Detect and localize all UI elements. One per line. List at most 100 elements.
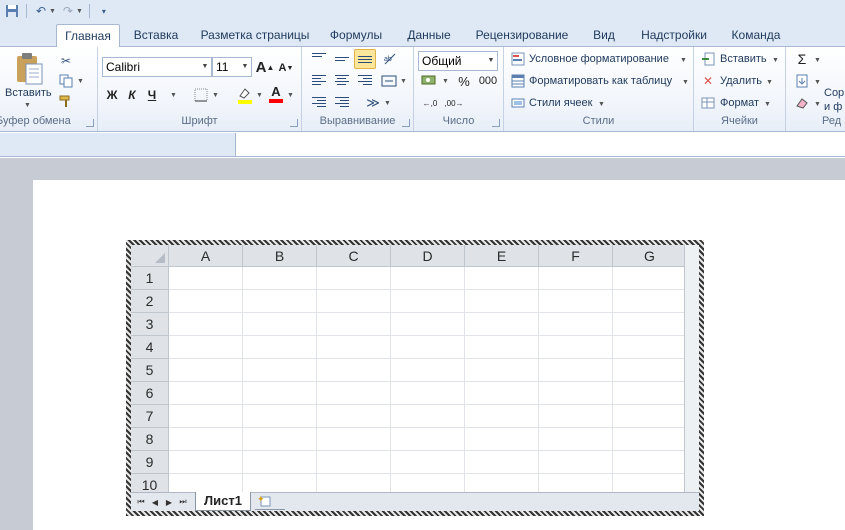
delete-cells-button[interactable]: Удалить	[720, 75, 762, 87]
row-header-3[interactable]: 3	[131, 313, 169, 336]
percent-button[interactable]: %	[456, 73, 472, 89]
tab-page-layout[interactable]: Разметка страницы	[198, 24, 312, 47]
borders-icon[interactable]	[192, 87, 210, 103]
cut-icon[interactable]: ✂	[58, 53, 74, 69]
highlight-color-icon[interactable]	[236, 85, 254, 105]
fill-icon[interactable]	[794, 73, 810, 89]
delete-cells-dropdown-icon[interactable]: ▼	[766, 79, 773, 86]
wrap-dropdown-icon[interactable]: ▼	[384, 100, 391, 107]
highlight-dropdown-icon[interactable]: ▼	[256, 92, 263, 99]
grow-font-button[interactable]: A ▲	[256, 58, 275, 76]
tab-formulas[interactable]: Формулы	[326, 24, 386, 47]
align-right-icon[interactable]	[358, 75, 372, 87]
decrease-indent-icon[interactable]	[312, 97, 326, 109]
underline-dropdown-icon[interactable]: ▼	[170, 92, 177, 99]
clipboard-launcher-icon[interactable]	[86, 119, 94, 127]
thousands-button[interactable]: 000	[478, 73, 498, 89]
decrease-decimal-icon[interactable]: ,00→	[444, 95, 464, 111]
increase-indent-icon[interactable]	[335, 97, 349, 109]
cell-styles-button[interactable]: Стили ячеек	[529, 97, 592, 109]
column-header-d[interactable]: D	[391, 245, 465, 267]
customize-icon[interactable]: ▾	[96, 3, 112, 19]
number-format-select[interactable]: Общий ▼	[418, 51, 498, 71]
conditional-format-button[interactable]: Условное форматирование	[529, 53, 669, 65]
bold-button[interactable]: Ж	[104, 87, 120, 103]
insert-cells-dropdown-icon[interactable]: ▼	[772, 57, 779, 64]
font-color-button[interactable]: A	[268, 84, 284, 104]
tab-home[interactable]: Главная	[56, 24, 120, 48]
paste-dropdown-icon[interactable]: ▼	[24, 102, 31, 109]
vertical-scrollbar[interactable]	[684, 245, 699, 497]
column-header-g[interactable]: G	[613, 245, 687, 267]
align-center-icon[interactable]	[335, 75, 349, 87]
format-table-button[interactable]: Форматировать как таблицу	[529, 75, 672, 87]
italic-button[interactable]: К	[124, 87, 140, 103]
embedded-spreadsheet[interactable]: A B C D E F G 1 2 3 4 5 6 7 8 9 10 ⏮ ◀ ▶…	[126, 240, 704, 516]
column-header-a[interactable]: A	[169, 245, 243, 267]
column-header-b[interactable]: B	[243, 245, 317, 267]
insert-cells-button[interactable]: Вставить	[720, 53, 767, 65]
sort-filter-label-1[interactable]: Сор	[824, 87, 844, 99]
align-left-icon[interactable]	[312, 75, 326, 87]
orientation-icon[interactable]: ab	[382, 51, 398, 67]
prev-sheet-icon[interactable]: ◀	[149, 496, 161, 508]
tab-addins[interactable]: Надстройки	[636, 24, 712, 47]
clear-dropdown-icon[interactable]: ▼	[814, 101, 821, 108]
currency-dropdown-icon[interactable]: ▼	[442, 78, 449, 85]
save-icon[interactable]	[4, 3, 20, 19]
font-size-select[interactable]: 11 ▼	[212, 57, 252, 77]
conditional-dropdown-icon[interactable]: ▼	[680, 57, 687, 64]
copy-icon[interactable]	[58, 73, 74, 89]
row-header-5[interactable]: 5	[131, 359, 169, 382]
name-box[interactable]	[0, 133, 236, 156]
next-sheet-icon[interactable]: ▶	[163, 496, 175, 508]
currency-icon[interactable]	[420, 73, 438, 89]
paste-icon[interactable]	[12, 51, 46, 87]
tab-review[interactable]: Рецензирование	[472, 24, 572, 47]
cell-styles-dropdown-icon[interactable]: ▼	[598, 101, 605, 108]
borders-dropdown-icon[interactable]: ▼	[212, 92, 219, 99]
column-header-e[interactable]: E	[465, 245, 539, 267]
underline-button[interactable]: Ч	[144, 87, 160, 103]
align-middle-icon[interactable]	[335, 57, 349, 69]
row-header-2[interactable]: 2	[131, 290, 169, 313]
paste-button[interactable]: Вставить	[5, 87, 52, 99]
increase-decimal-icon[interactable]: ←,0	[420, 95, 440, 111]
undo-icon[interactable]: ↶	[33, 3, 49, 19]
merge-cells-icon[interactable]	[380, 73, 398, 89]
column-header-f[interactable]: F	[539, 245, 613, 267]
tab-team[interactable]: Команда	[726, 24, 786, 47]
autosum-dropdown-icon[interactable]: ▼	[814, 57, 821, 64]
undo-dropdown-icon[interactable]: ▼	[49, 8, 56, 15]
first-sheet-icon[interactable]: ⏮	[135, 496, 147, 508]
row-header-1[interactable]: 1	[131, 267, 169, 290]
wrap-text-icon[interactable]: ≫	[364, 95, 382, 111]
redo-icon[interactable]: ↷	[60, 3, 76, 19]
number-launcher-icon[interactable]	[492, 119, 500, 127]
select-all-corner[interactable]	[131, 245, 169, 267]
format-painter-icon[interactable]	[58, 93, 74, 109]
align-top-icon[interactable]	[312, 53, 326, 65]
sheet-tab-1[interactable]: Лист1	[195, 492, 251, 511]
last-sheet-icon[interactable]: ⏭	[177, 496, 189, 508]
format-cells-dropdown-icon[interactable]: ▼	[764, 101, 771, 108]
font-launcher-icon[interactable]	[290, 119, 298, 127]
row-header-4[interactable]: 4	[131, 336, 169, 359]
font-name-select[interactable]: Calibri ▼	[102, 57, 212, 77]
format-table-dropdown-icon[interactable]: ▼	[682, 79, 689, 86]
tab-insert[interactable]: Вставка	[128, 24, 184, 47]
clear-icon[interactable]	[794, 95, 810, 111]
sort-filter-label-2[interactable]: и ф	[824, 101, 842, 113]
row-header-6[interactable]: 6	[131, 382, 169, 405]
redo-dropdown-icon[interactable]: ▼	[76, 8, 83, 15]
tab-view[interactable]: Вид	[588, 24, 620, 47]
insert-sheet-icon[interactable]: ✦	[255, 494, 285, 510]
align-bottom-button[interactable]	[354, 49, 376, 69]
row-header-7[interactable]: 7	[131, 405, 169, 428]
shrink-font-button[interactable]: A ▼	[278, 60, 294, 76]
column-header-c[interactable]: C	[317, 245, 391, 267]
copy-dropdown-icon[interactable]: ▼	[77, 78, 84, 85]
font-color-dropdown-icon[interactable]: ▼	[287, 92, 294, 99]
row-header-9[interactable]: 9	[131, 451, 169, 474]
autosum-button[interactable]: Σ	[794, 51, 810, 67]
